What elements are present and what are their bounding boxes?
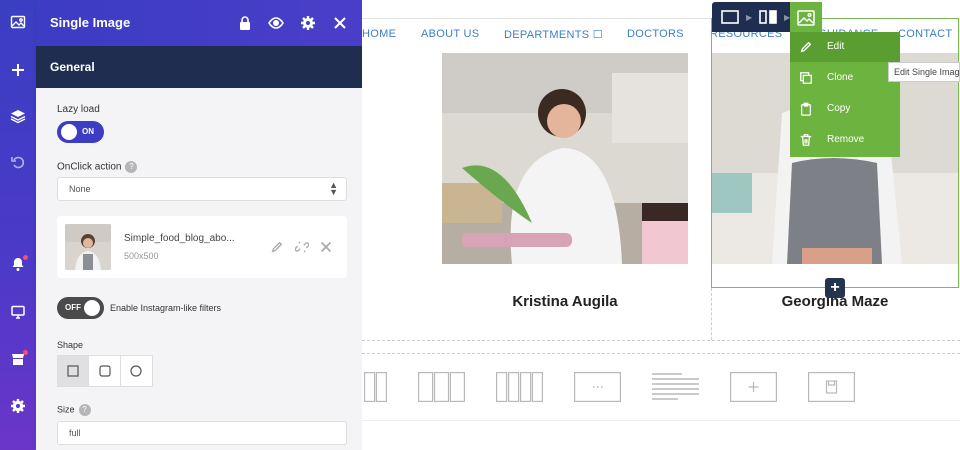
column-divider [711, 288, 712, 340]
menu-item-edit[interactable]: Edit [790, 32, 900, 62]
left-icon-rail [0, 0, 36, 450]
instagram-filters-label: Enable Instagram-like filters [110, 303, 222, 313]
size-input[interactable] [57, 421, 347, 445]
shape-circle-button[interactable] [121, 356, 152, 386]
layout-text-block[interactable] [574, 372, 621, 402]
toggle-state: OFF [65, 303, 81, 312]
add-icon[interactable] [0, 54, 36, 86]
lazy-load-label: Lazy load [57, 104, 100, 115]
layout-paragraph[interactable] [652, 372, 699, 402]
row-divider [362, 340, 960, 341]
shape-selector [57, 355, 153, 387]
breadcrumb-chevron-icon: ▶ [746, 13, 753, 22]
image-card: Simple_food_blog_abo... 500x500 [57, 216, 347, 278]
toggle-knob [84, 300, 100, 316]
select-arrows-icon: ▲ ▼ [329, 180, 338, 197]
menu-item-label: Copy [827, 103, 851, 114]
layout-four-columns[interactable] [496, 372, 544, 402]
eye-icon[interactable] [266, 13, 286, 33]
instagram-filters-toggle[interactable]: OFF [57, 297, 104, 319]
size-label-text: Size [57, 404, 75, 415]
person-name-1: Kristina Augila [512, 293, 618, 310]
layout-two-columns[interactable] [364, 372, 387, 402]
element-context-menu: Edit Clone Copy Remove [790, 32, 900, 157]
panel-header: Single Image [36, 0, 362, 46]
select-value: None [69, 184, 91, 194]
onclick-action-label-text: OnClick action [57, 161, 122, 173]
lock-icon[interactable] [235, 13, 255, 33]
nav-item-doctors[interactable]: DOCTORS [627, 28, 684, 40]
layout-saved-template[interactable] [808, 372, 855, 402]
menu-item-label: Remove [827, 134, 865, 145]
gear-icon[interactable] [298, 13, 318, 33]
onclick-action-label: OnClick action? [57, 161, 138, 173]
help-icon[interactable]: ? [125, 161, 138, 173]
image-filename: Simple_food_blog_abo... [124, 233, 235, 244]
panel-title: Single Image [50, 15, 131, 30]
lazy-load-toggle[interactable]: ON [57, 121, 104, 143]
layout-three-columns[interactable] [418, 372, 466, 402]
layout-add-element[interactable] [730, 372, 777, 402]
menu-item-copy[interactable]: Copy [790, 94, 900, 124]
marketplace-dot [23, 350, 28, 355]
notification-dot [23, 255, 28, 260]
unlink-icon[interactable] [294, 239, 310, 255]
onclick-action-select[interactable]: None ▲ ▼ [57, 177, 347, 201]
menu-item-label: Clone [827, 72, 854, 83]
page-canvas: HOME ABOUT US DEPARTMENTS ☐ DOCTORS RESO… [362, 0, 960, 450]
image-icon[interactable] [0, 6, 36, 38]
edit-pencil-icon[interactable] [269, 239, 285, 255]
marketplace-icon[interactable] [0, 343, 36, 375]
settings-gear-icon[interactable] [0, 390, 36, 422]
shape-square-button[interactable] [58, 356, 90, 386]
nav-item-about-us[interactable]: ABOUT US [421, 28, 479, 40]
menu-item-clone[interactable]: Clone [790, 63, 900, 93]
size-label: Size? [57, 404, 91, 416]
column-select-icon[interactable] [754, 2, 782, 32]
desktop-preview-icon[interactable] [0, 296, 36, 328]
row-divider-lower [362, 353, 960, 354]
bottom-divider [362, 420, 960, 421]
single-image-element-icon[interactable] [790, 2, 822, 34]
row-select-icon[interactable] [716, 2, 744, 32]
menu-item-label: Edit [827, 41, 845, 52]
menu-item-remove[interactable]: Remove [790, 125, 900, 155]
tab-general[interactable]: General [50, 60, 95, 74]
notifications-bell-icon[interactable] [0, 248, 36, 280]
settings-panel: Single Image General Lazy load ON OnClic… [36, 0, 362, 450]
undo-icon[interactable] [0, 146, 36, 178]
toggle-knob [61, 124, 77, 140]
image-dimensions: 500x500 [124, 251, 159, 261]
toggle-state: ON [82, 127, 94, 136]
nav-item-departments[interactable]: DEPARTMENTS ☐ [504, 28, 603, 41]
shape-rounded-button[interactable] [89, 356, 121, 386]
edit-tooltip: Edit Single Image [888, 62, 960, 82]
image-thumbnail[interactable] [65, 224, 111, 270]
layers-icon[interactable] [0, 100, 36, 132]
nav-item-home[interactable]: HOME [362, 28, 396, 40]
help-icon[interactable]: ? [78, 404, 91, 416]
close-icon[interactable] [330, 13, 350, 33]
add-element-button[interactable]: + [825, 278, 845, 298]
panel-tab-bar: General [36, 46, 362, 88]
remove-image-icon[interactable] [318, 239, 334, 255]
shape-label: Shape [57, 340, 84, 350]
doctor-photo-1[interactable] [442, 53, 688, 264]
